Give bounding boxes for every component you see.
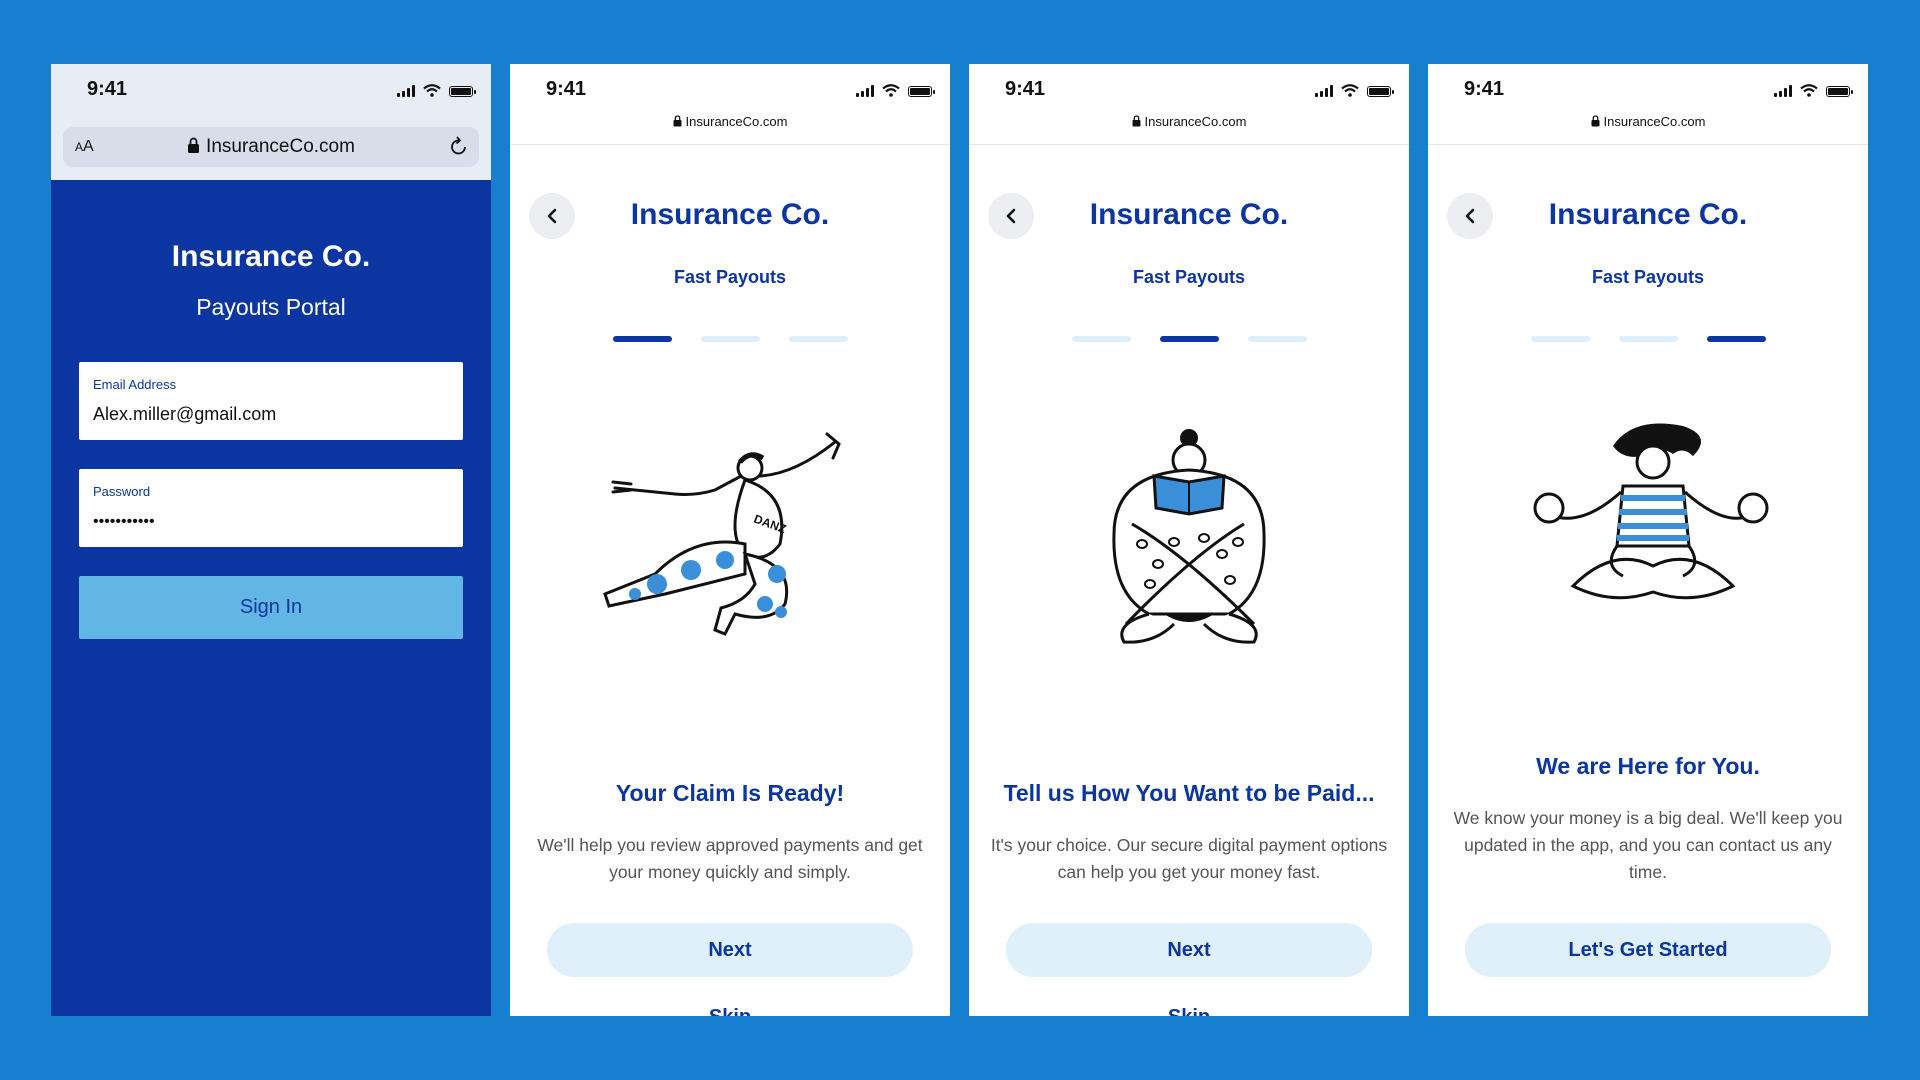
password-label: Password bbox=[93, 484, 151, 499]
wifi-icon bbox=[423, 84, 441, 97]
url-text: InsuranceCo.com bbox=[1603, 114, 1706, 129]
step-indicator bbox=[1428, 336, 1868, 342]
app-title: Insurance Co. bbox=[1089, 198, 1289, 231]
cellular-signal-icon bbox=[856, 84, 874, 97]
lock-icon bbox=[188, 137, 200, 153]
step-dot-3 bbox=[1706, 336, 1766, 342]
status-time: 9:41 bbox=[546, 78, 587, 100]
status-bar: 9:41 bbox=[969, 64, 1409, 112]
password-field[interactable]: Password ••••••••••• bbox=[79, 469, 463, 547]
url-text: InsuranceCo.com bbox=[685, 114, 788, 129]
status-bar: 9:41 bbox=[51, 64, 491, 112]
next-button[interactable]: Next bbox=[1006, 923, 1372, 977]
step-indicator bbox=[969, 336, 1409, 342]
step-dot-2 bbox=[1159, 336, 1219, 342]
address-bar[interactable]: InsuranceCo.com bbox=[969, 114, 1409, 129]
reading-person-illustration bbox=[1112, 429, 1266, 644]
status-time: 9:41 bbox=[1005, 78, 1046, 100]
status-bar: 9:41 bbox=[1428, 64, 1868, 112]
status-time: 9:41 bbox=[87, 78, 128, 100]
step-indicator bbox=[510, 336, 950, 342]
step-dot-3 bbox=[788, 336, 848, 342]
step-dot-1 bbox=[1530, 336, 1590, 342]
battery-icon bbox=[908, 86, 935, 97]
screen-body: We'll help you review approved payments … bbox=[537, 835, 923, 882]
wifi-icon bbox=[1800, 84, 1818, 97]
screen-headline: Your Claim Is Ready! bbox=[615, 780, 845, 806]
step-dot-2 bbox=[1618, 336, 1678, 342]
browser-chrome: 9:41 AAAA InsuranceCo.com bbox=[51, 64, 491, 180]
url-text: InsuranceCo.com bbox=[206, 136, 355, 157]
step-dot-2 bbox=[700, 336, 760, 342]
skip-link[interactable]: Skip bbox=[969, 1006, 1409, 1016]
cellular-signal-icon bbox=[397, 84, 415, 97]
screen-body: We know your money is a big deal. We'll … bbox=[1453, 808, 1843, 882]
dancing-person-illustration: DANZ bbox=[603, 432, 841, 636]
wifi-icon bbox=[882, 84, 900, 97]
battery-icon bbox=[1826, 86, 1853, 97]
get-started-button[interactable]: Let's Get Started bbox=[1465, 923, 1831, 977]
address-bar[interactable]: AAAA InsuranceCo.com bbox=[63, 127, 479, 167]
header-divider bbox=[510, 144, 950, 145]
screen-body: It's your choice. Our secure digital pay… bbox=[990, 835, 1388, 882]
reload-icon[interactable] bbox=[449, 135, 469, 157]
login-screen: 9:41 AAAA InsuranceCo.com Insurance Co. … bbox=[51, 64, 491, 1016]
email-value[interactable]: Alex.miller@gmail.com bbox=[93, 404, 276, 425]
header-divider bbox=[1428, 144, 1868, 145]
app-title: Insurance Co. bbox=[630, 198, 830, 231]
status-time: 9:41 bbox=[1464, 78, 1505, 100]
next-button[interactable]: Next bbox=[547, 923, 913, 977]
status-bar: 9:41 bbox=[510, 64, 950, 112]
section-subtitle: Fast Payouts bbox=[1132, 267, 1246, 287]
onboarding-screen-1: 9:41 InsuranceCo.com Insurance Co. Fast … bbox=[510, 64, 950, 1016]
step-dot-3 bbox=[1247, 336, 1307, 342]
password-value[interactable]: ••••••••••• bbox=[93, 513, 155, 531]
lock-icon bbox=[1591, 115, 1600, 127]
url-text: InsuranceCo.com bbox=[1144, 114, 1247, 129]
battery-icon bbox=[1367, 86, 1394, 97]
section-subtitle: Fast Payouts bbox=[1591, 267, 1705, 287]
lock-icon bbox=[1132, 115, 1141, 127]
address-bar[interactable]: InsuranceCo.com bbox=[1428, 114, 1868, 129]
header-divider bbox=[969, 144, 1409, 145]
meditating-person-illustration bbox=[1533, 423, 1769, 600]
step-dot-1 bbox=[1071, 336, 1131, 342]
cellular-signal-icon bbox=[1315, 84, 1333, 97]
wifi-icon bbox=[1341, 84, 1359, 97]
onboarding-screen-3: 9:41 InsuranceCo.com Insurance Co. Fast … bbox=[1428, 64, 1868, 1016]
onboarding-screen-2: 9:41 InsuranceCo.com Insurance Co. Fast … bbox=[969, 64, 1409, 1016]
email-label: Email Address bbox=[93, 377, 177, 392]
app-subtitle: Payouts Portal bbox=[196, 294, 346, 320]
screen-headline: Tell us How You Want to be Paid... bbox=[1003, 780, 1375, 806]
app-title: Insurance Co. bbox=[171, 240, 371, 273]
email-field[interactable]: Email Address Alex.miller@gmail.com bbox=[79, 362, 463, 440]
battery-icon bbox=[449, 86, 476, 97]
cellular-signal-icon bbox=[1774, 84, 1792, 97]
address-bar[interactable]: InsuranceCo.com bbox=[510, 114, 950, 129]
step-dot-1 bbox=[612, 336, 672, 342]
lock-icon bbox=[673, 115, 682, 127]
sign-in-button[interactable]: Sign In bbox=[79, 576, 463, 639]
app-title: Insurance Co. bbox=[1548, 198, 1748, 231]
screen-headline: We are Here for You. bbox=[1536, 753, 1760, 779]
section-subtitle: Fast Payouts bbox=[673, 267, 787, 287]
skip-link[interactable]: Skip bbox=[510, 1006, 950, 1016]
